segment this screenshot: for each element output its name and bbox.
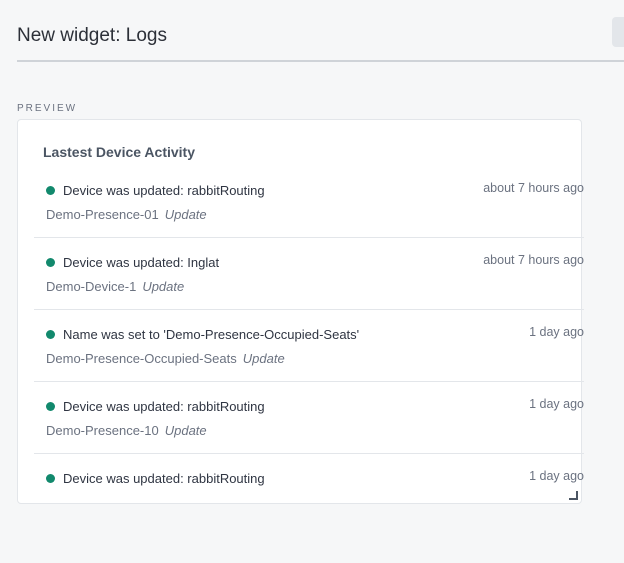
log-item: Name was set to 'Demo-Presence-Occupied-…: [34, 310, 584, 382]
log-timestamp: 1 day ago: [529, 469, 584, 483]
log-message: Device was updated: Inglat: [63, 255, 220, 270]
widget-title: Lastest Device Activity: [43, 144, 195, 160]
status-dot-icon: [46, 330, 55, 339]
status-dot-icon: [46, 474, 55, 483]
log-action-link[interactable]: Update: [243, 351, 285, 366]
log-action-link[interactable]: Update: [165, 207, 207, 222]
log-details: Demo-Device-1 Update: [46, 279, 184, 294]
widget-editor-header: New widget: Logs: [17, 0, 624, 62]
log-action-link[interactable]: Update: [142, 279, 184, 294]
resize-handle-icon[interactable]: [569, 491, 578, 500]
preview-section-label: PREVIEW: [17, 103, 78, 114]
status-dot-icon: [46, 258, 55, 267]
log-list: Device was updated: rabbitRouting about …: [34, 166, 584, 525]
header-action-button[interactable]: [612, 17, 624, 47]
log-timestamp: about 7 hours ago: [483, 253, 584, 267]
log-message: Device was updated: rabbitRouting: [63, 471, 265, 486]
log-device-name: Demo-Device-1: [46, 279, 137, 294]
log-timestamp: 1 day ago: [529, 325, 584, 339]
log-device-name: Demo-Presence-01: [46, 207, 159, 222]
log-message: Device was updated: rabbitRouting: [63, 183, 265, 198]
log-device-name: Demo-Presence-10: [46, 423, 159, 438]
page-title: New widget: Logs: [17, 25, 167, 46]
logs-widget-preview: Lastest Device Activity Device was updat…: [17, 119, 584, 504]
status-dot-icon: [46, 402, 55, 411]
status-dot-icon: [46, 186, 55, 195]
log-item: Device was updated: Inglat about 7 hours…: [34, 238, 584, 310]
log-action-link[interactable]: Update: [165, 423, 207, 438]
log-item: Device was updated: rabbitRouting about …: [34, 166, 584, 238]
log-message: Device was updated: rabbitRouting: [63, 399, 265, 414]
log-details: Demo-Presence-Occupied-Seats Update: [46, 351, 285, 366]
log-timestamp: about 7 hours ago: [483, 181, 584, 195]
log-message: Name was set to 'Demo-Presence-Occupied-…: [63, 327, 360, 342]
log-item: Device was updated: rabbitRouting 1 day …: [34, 454, 584, 525]
log-timestamp: 1 day ago: [529, 397, 584, 411]
log-details: Demo-Presence-10 Update: [46, 423, 207, 438]
log-details: Demo-Presence-01 Update: [46, 207, 207, 222]
log-device-name: Demo-Presence-Occupied-Seats: [46, 351, 237, 366]
log-item: Device was updated: rabbitRouting 1 day …: [34, 382, 584, 454]
